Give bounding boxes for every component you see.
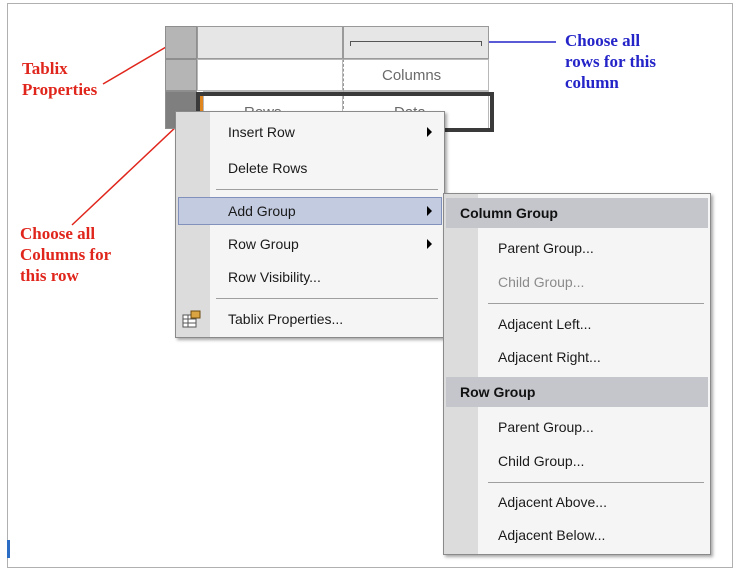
annotation-choose-columns: Choose all Columns for this row (20, 224, 112, 285)
submenu-item-row-parent-group[interactable]: Parent Group... (446, 413, 708, 441)
menu-item-label: Row Group (228, 236, 299, 252)
submenu-item-row-child-group[interactable]: Child Group... (446, 447, 708, 475)
tablix-properties-icon (182, 310, 201, 328)
menu-item-label: Row Visibility... (228, 269, 321, 285)
menu-item-label: Adjacent Right... (498, 349, 601, 365)
menu-item-label: Insert Row (228, 124, 295, 140)
submenu-item-column-parent-group[interactable]: Parent Group... (446, 234, 708, 262)
submenu-item-column-child-group[interactable]: Child Group... (446, 268, 708, 296)
column-group-header: Column Group (446, 198, 708, 228)
annotation-choose-rows: Choose all rows for this column (565, 31, 656, 92)
menu-separator (216, 298, 438, 299)
tablix-corner-handle[interactable] (165, 26, 197, 59)
menu-item-label: Parent Group... (498, 240, 594, 256)
row-group-header-label: Row Group (460, 384, 536, 400)
menu-item-label: Parent Group... (498, 419, 594, 435)
submenu-arrow-icon (427, 127, 432, 137)
menu-item-row-group[interactable]: Row Group (178, 230, 442, 258)
column-handle-2[interactable] (343, 26, 489, 59)
menu-item-label: Child Group... (498, 274, 585, 290)
add-group-submenu: Column Group Parent Group... Child Group… (443, 193, 711, 555)
submenu-item-adjacent-left[interactable]: Adjacent Left... (446, 310, 708, 338)
columns-cell-label: Columns (382, 67, 442, 84)
column-handle-1[interactable] (197, 26, 343, 59)
submenu-item-adjacent-right[interactable]: Adjacent Right... (446, 343, 708, 371)
tablix-cell-empty[interactable] (197, 59, 343, 91)
menu-item-label: Adjacent Above... (498, 494, 607, 510)
row-handle-1[interactable] (165, 59, 197, 91)
annotation-tablix-properties: Tablix Properties (22, 59, 98, 99)
submenu-arrow-icon (427, 239, 432, 249)
left-edge-marker (7, 540, 10, 558)
submenu-item-adjacent-above[interactable]: Adjacent Above... (446, 488, 708, 516)
menu-item-label: Adjacent Below... (498, 527, 606, 543)
menu-item-delete-rows[interactable]: Delete Rows (178, 154, 442, 182)
column-group-bracket (350, 41, 482, 46)
menu-item-tablix-properties[interactable]: Tablix Properties... (178, 305, 442, 333)
menu-item-row-visibility[interactable]: Row Visibility... (178, 263, 442, 291)
context-menu: Insert Row Delete Rows Add Group Row Gro… (175, 111, 445, 338)
menu-item-add-group[interactable]: Add Group (178, 197, 442, 225)
menu-item-label: Adjacent Left... (498, 316, 592, 332)
menu-item-label: Add Group (228, 203, 296, 219)
column-group-header-label: Column Group (460, 205, 558, 221)
submenu-arrow-icon (427, 206, 432, 216)
menu-item-label: Tablix Properties... (228, 311, 344, 327)
menu-separator (488, 482, 704, 483)
menu-item-insert-row[interactable]: Insert Row (178, 118, 442, 146)
row-group-header: Row Group (446, 377, 708, 407)
menu-separator (216, 189, 438, 190)
tablix-cell-columns[interactable]: Columns (343, 59, 489, 91)
submenu-item-adjacent-below[interactable]: Adjacent Below... (446, 521, 708, 549)
menu-item-label: Child Group... (498, 453, 585, 469)
menu-item-label: Delete Rows (228, 160, 308, 176)
menu-separator (488, 303, 704, 304)
